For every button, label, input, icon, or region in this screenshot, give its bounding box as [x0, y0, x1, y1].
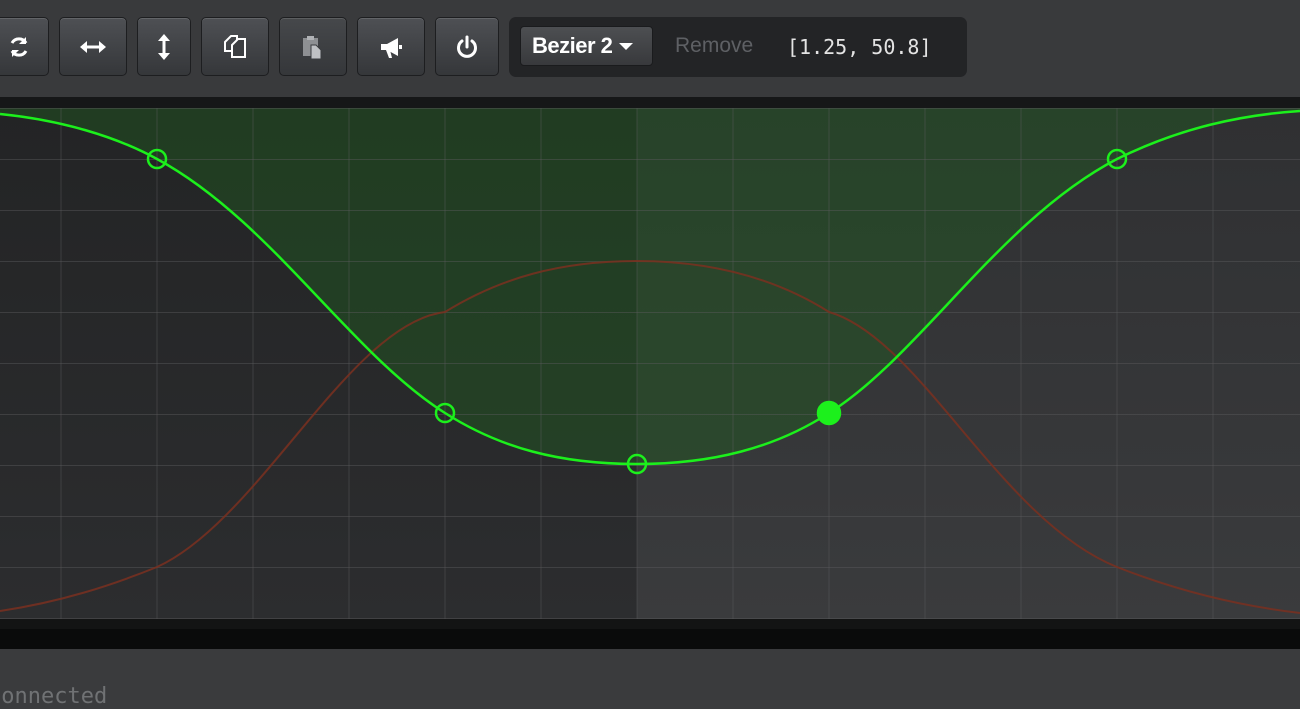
- bezier-controls: Bezier 2 Remove [1.25, 50.8]: [509, 17, 967, 77]
- refresh-button[interactable]: [0, 17, 49, 76]
- flip-horizontal-button[interactable]: [59, 17, 127, 76]
- copy-button[interactable]: [201, 17, 269, 76]
- bezier-select[interactable]: Bezier 2: [520, 26, 653, 66]
- control-point-4[interactable]: [816, 400, 842, 426]
- bottom-divider: [0, 619, 1300, 649]
- announce-button[interactable]: [357, 17, 425, 76]
- power-button[interactable]: [435, 17, 499, 76]
- paste-icon: [300, 34, 326, 60]
- status-bar: Connected: [0, 649, 1300, 709]
- flip-vertical-button[interactable]: [137, 17, 191, 76]
- coords-readout: [1.25, 50.8]: [787, 35, 932, 59]
- curve-canvas[interactable]: [0, 108, 1300, 619]
- top-divider: [0, 97, 1300, 108]
- power-icon: [455, 35, 479, 59]
- arrows-vertical-icon: [157, 33, 171, 61]
- connection-status: Connected: [0, 684, 108, 709]
- chevron-down-icon: [619, 42, 634, 50]
- copy-icon: [222, 34, 248, 60]
- toolbar: Bezier 2 Remove [1.25, 50.8]: [0, 0, 1300, 97]
- arrows-horizontal-icon: [79, 40, 107, 54]
- curve-editor[interactable]: [0, 108, 1300, 619]
- bezier-select-value: Bezier 2: [532, 33, 613, 58]
- megaphone-icon: [378, 34, 404, 60]
- refresh-icon: [6, 34, 32, 60]
- paste-button[interactable]: [279, 17, 347, 76]
- remove-button[interactable]: Remove: [675, 34, 753, 58]
